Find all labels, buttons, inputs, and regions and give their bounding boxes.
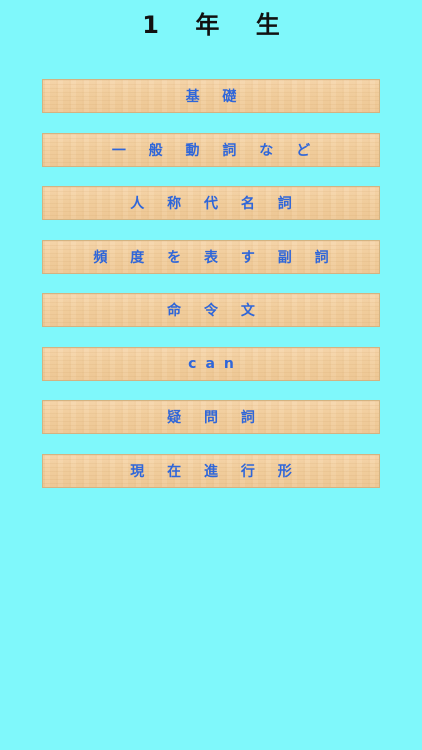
menu-button-frequency-adverbs[interactable]: 頻 度 を 表 す 副 詞 bbox=[42, 239, 380, 274]
page-title: 1 年 生 bbox=[142, 11, 294, 39]
menu-button-present-progressive[interactable]: 現 在 進 行 形 bbox=[42, 453, 380, 488]
menu-button-interrogatives[interactable]: 疑 問 詞 bbox=[42, 400, 380, 434]
menu-button-general-verbs[interactable]: 一 般 動 詞 な ど bbox=[42, 132, 380, 167]
menu-button-can[interactable]: can bbox=[42, 346, 380, 381]
menu-button-personal-pronouns[interactable]: 人 称 代 名 詞 bbox=[42, 186, 380, 220]
menu-button-imperatives[interactable]: 命 令 文 bbox=[42, 293, 380, 327]
menu-button-basics[interactable]: 基 礎 bbox=[42, 79, 380, 113]
lesson-menu: 基 礎 一 般 動 詞 な ど 人 称 代 名 詞 頻 度 を 表 す 副 詞 … bbox=[42, 79, 380, 507]
